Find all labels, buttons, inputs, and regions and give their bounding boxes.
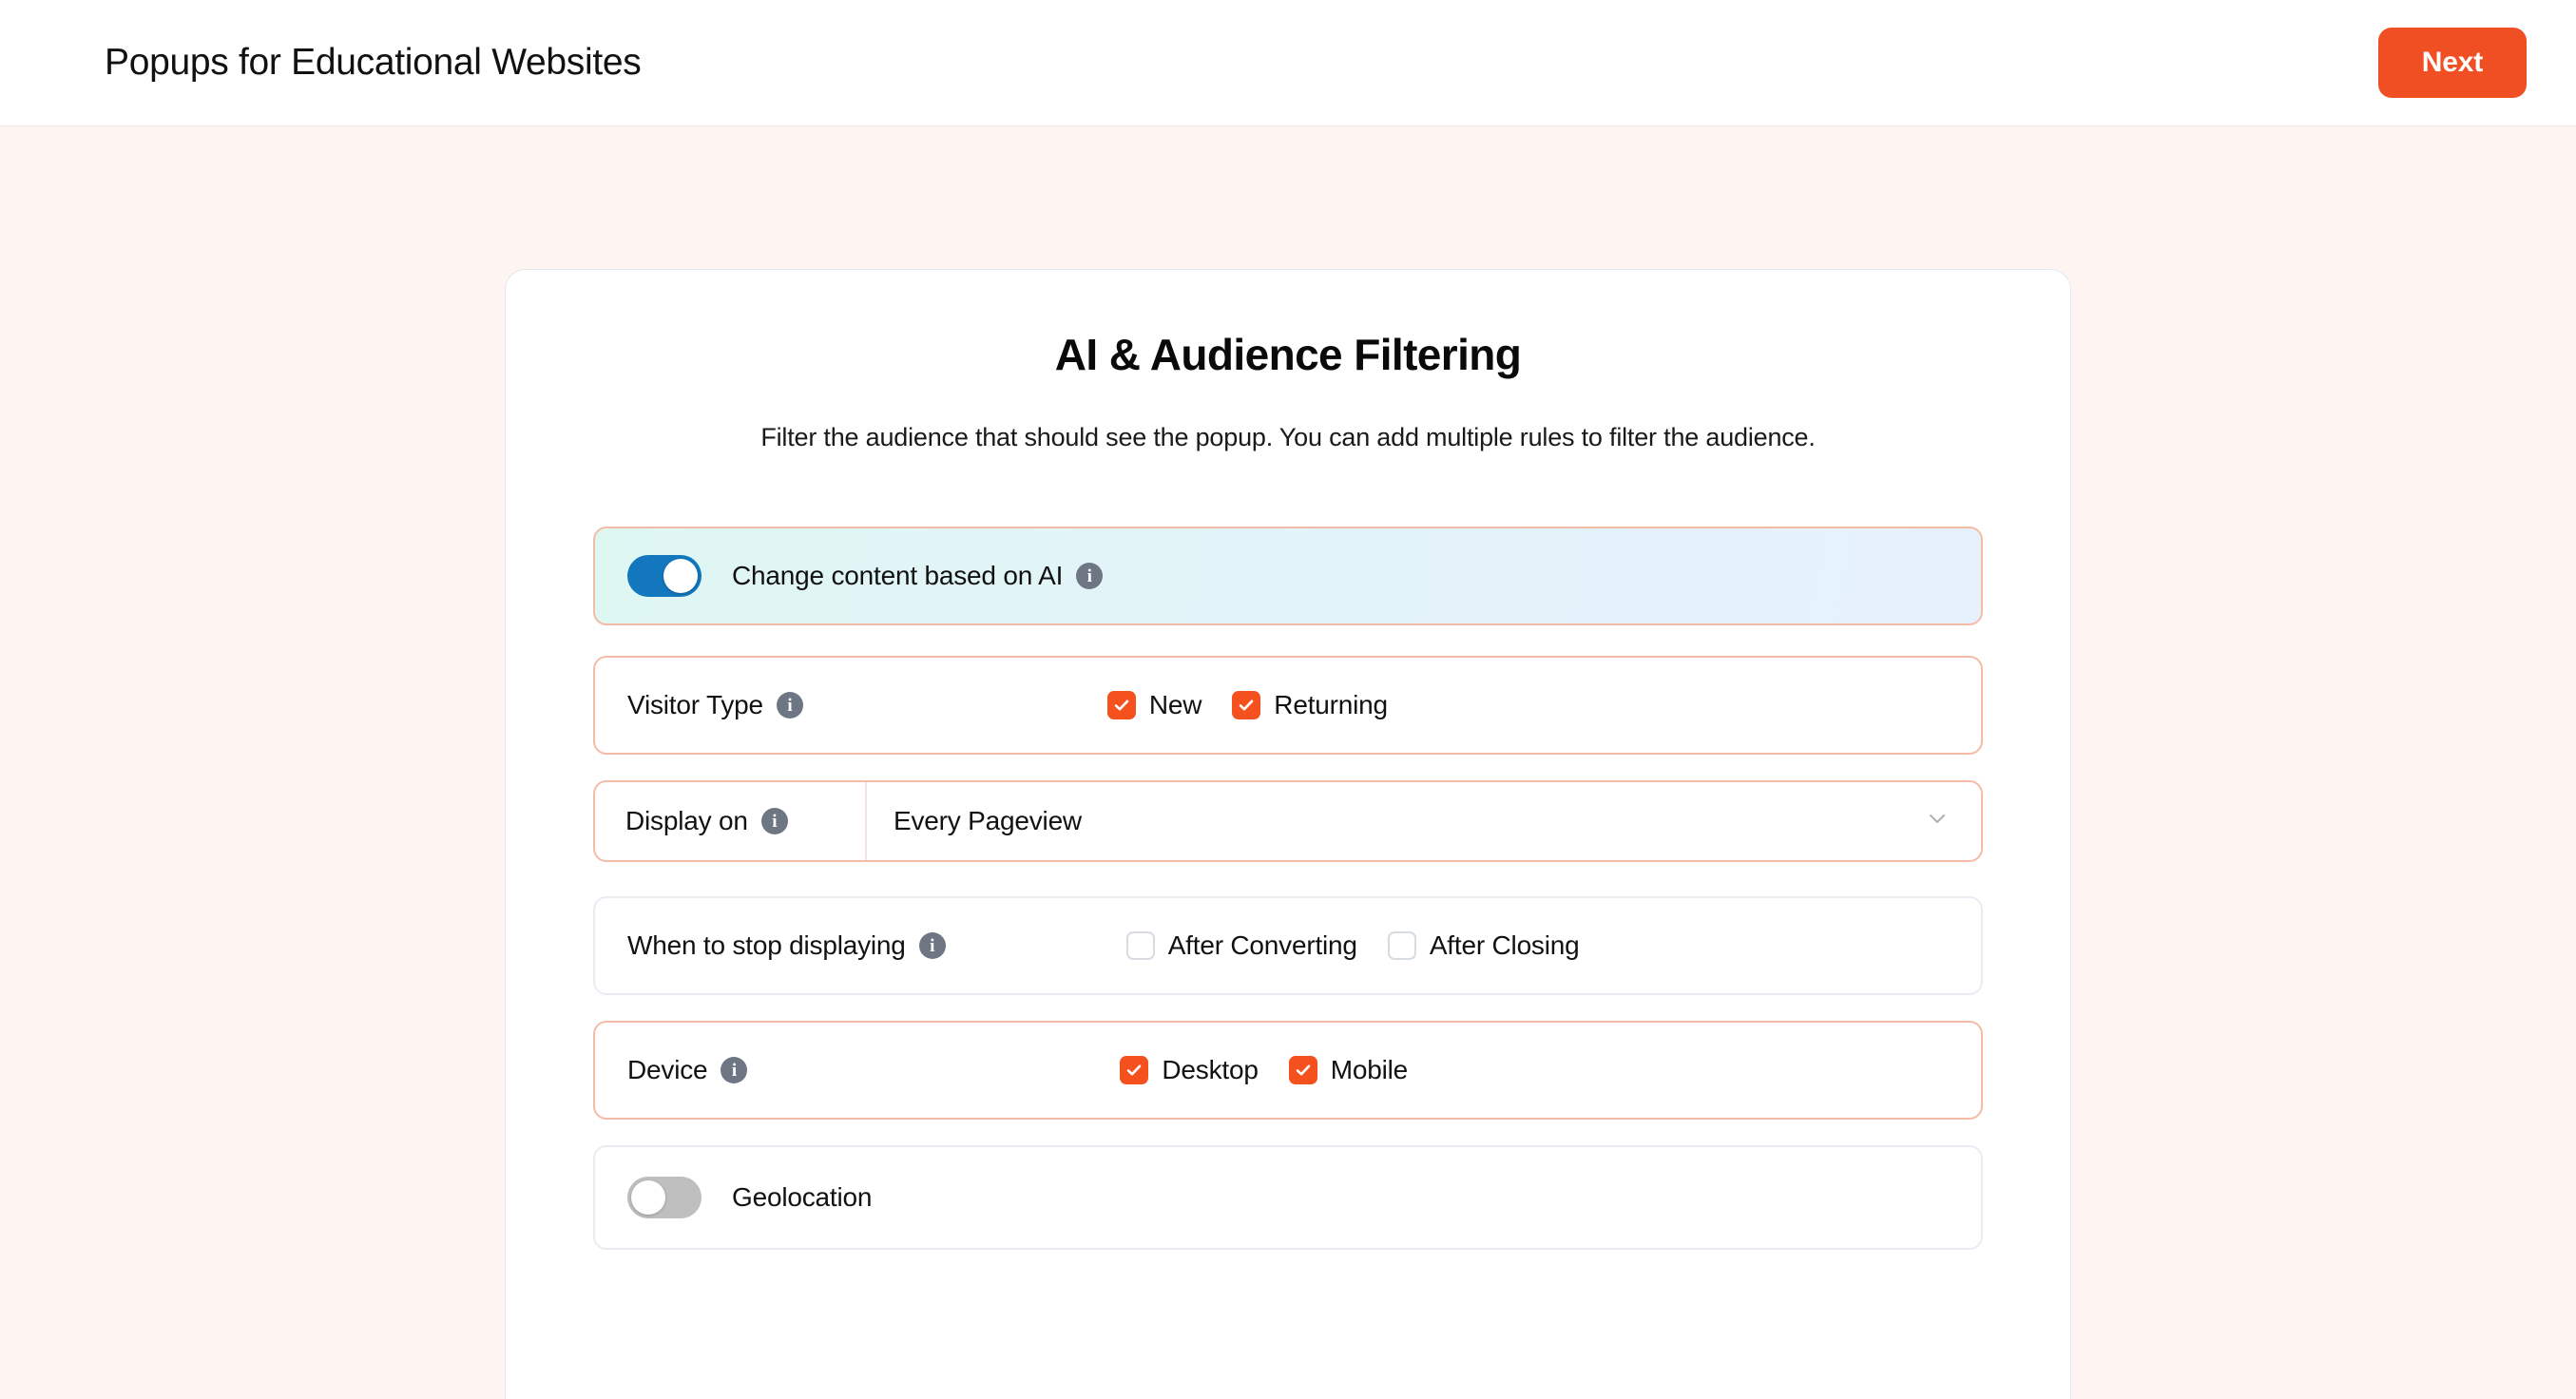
checkbox-label-new: New: [1148, 690, 1202, 719]
stop-displaying-label-group: When to stop displaying i: [627, 930, 946, 961]
chevron-down-icon[interactable]: [1924, 805, 1951, 838]
info-icon[interactable]: i: [776, 692, 803, 719]
rules-list: Change content based on AI i Visitor Typ…: [593, 527, 1983, 1250]
rule-row-visitor-type: Visitor Type i New Returning: [593, 656, 1983, 755]
checkbox-mobile[interactable]: [1288, 1056, 1317, 1084]
toggle-knob: [631, 1180, 665, 1215]
geolocation-label-group: Geolocation: [732, 1182, 872, 1213]
toggle-knob: [663, 559, 698, 593]
device-options: Desktop Mobile: [1120, 1055, 1408, 1085]
checkbox-item-after-converting[interactable]: After Converting: [1125, 930, 1357, 961]
page-body: AI & Audience Filtering Filter the audie…: [0, 126, 2576, 1399]
info-icon[interactable]: i: [918, 932, 946, 959]
display-on-label-group: Display on i: [595, 782, 867, 860]
checkbox-after-closing[interactable]: [1387, 931, 1416, 960]
info-icon[interactable]: i: [760, 808, 788, 834]
checkbox-item-returning[interactable]: Returning: [1232, 690, 1388, 720]
visitor-type-label: Visitor Type: [627, 690, 763, 719]
ai-toggle-switch[interactable]: [627, 555, 702, 597]
ai-toggle-label-group: Change content based on AI i: [732, 561, 1104, 591]
checkbox-label-desktop: Desktop: [1162, 1055, 1259, 1084]
audience-filtering-card: AI & Audience Filtering Filter the audie…: [505, 269, 2071, 1399]
geolocation-label: Geolocation: [732, 1182, 873, 1212]
device-label-group: Device i: [627, 1055, 748, 1085]
checkbox-item-desktop[interactable]: Desktop: [1120, 1055, 1259, 1085]
checkbox-label-returning: Returning: [1274, 690, 1388, 719]
rule-row-device: Device i Desktop Mobile: [593, 1021, 1983, 1120]
info-icon[interactable]: i: [721, 1057, 748, 1083]
stop-displaying-label: When to stop displaying: [627, 930, 906, 960]
display-on-label: Display on: [625, 806, 748, 835]
card-subtitle: Filter the audience that should see the …: [760, 423, 1816, 451]
checkbox-label-after-converting: After Converting: [1167, 930, 1357, 960]
ai-toggle-label: Change content based on AI: [732, 561, 1064, 590]
visitor-type-label-group: Visitor Type i: [627, 690, 803, 720]
checkbox-new[interactable]: [1106, 691, 1136, 719]
rule-row-ai[interactable]: Change content based on AI i: [593, 527, 1983, 625]
checkbox-label-mobile: Mobile: [1330, 1055, 1409, 1084]
rule-row-geolocation[interactable]: Geolocation: [593, 1145, 1983, 1250]
next-button[interactable]: Next: [2377, 28, 2527, 98]
info-icon[interactable]: i: [1076, 563, 1104, 589]
checkbox-item-mobile[interactable]: Mobile: [1288, 1055, 1409, 1085]
app-header: Popups for Educational Websites Next: [0, 0, 2576, 126]
visitor-type-options: New Returning: [1106, 690, 1388, 720]
checkbox-item-after-closing[interactable]: After Closing: [1387, 930, 1580, 961]
geolocation-toggle-switch[interactable]: [627, 1177, 702, 1218]
rule-row-display-on: Display on i Every Pageview: [593, 780, 1983, 862]
device-label: Device: [627, 1055, 708, 1084]
rule-row-stop-displaying: When to stop displaying i After Converti…: [593, 896, 1983, 995]
checkbox-item-new[interactable]: New: [1106, 690, 1202, 720]
checkbox-after-converting[interactable]: [1125, 931, 1155, 960]
card-title: AI & Audience Filtering: [1054, 330, 1522, 379]
display-on-value: Every Pageview: [894, 806, 1082, 835]
page-title: Popups for Educational Websites: [105, 42, 642, 83]
checkbox-desktop[interactable]: [1120, 1056, 1149, 1084]
checkbox-returning[interactable]: [1232, 691, 1261, 719]
checkbox-label-after-closing: After Closing: [1429, 930, 1580, 960]
display-on-select[interactable]: Every Pageview: [867, 782, 1981, 860]
stop-displaying-options: After Converting After Closing: [1125, 930, 1580, 961]
